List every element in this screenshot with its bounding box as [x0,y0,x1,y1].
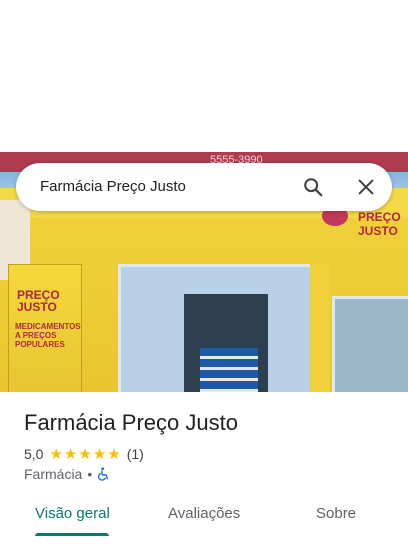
search-bar[interactable]: Farmácia Preço Justo [16,163,392,211]
photo-right-window [332,296,408,392]
place-category: Farmácia [24,466,83,482]
right-sign-brand: PREÇO JUSTO [358,210,401,238]
left-sign-subtext: MEDICAMENTOS A PREÇOS POPULARES [15,322,81,349]
active-tab-indicator [35,533,109,536]
star-icon: ★ [78,445,92,463]
left-sign-brand: PREÇO JUSTO [17,288,60,314]
close-icon[interactable] [355,176,377,198]
category-row: Farmácia • [24,465,110,483]
star-icon: ★ [63,445,78,463]
photo-frame-post [310,264,330,392]
tab-about[interactable]: Sobre [316,505,356,522]
photo-shelf [200,348,258,392]
tab-overview[interactable]: Visão geral [35,505,110,522]
photo-left-sign: PREÇO JUSTO MEDICAMENTOS A PREÇOS POPULA… [8,264,82,392]
place-title: Farmácia Preço Justo [24,410,238,435]
star-icon: ★ [107,445,121,463]
tab-bar: Visão geral Avaliações Sobre [0,496,408,544]
review-count[interactable]: (1) [127,446,144,462]
wheelchair-icon [98,467,109,481]
star-icon: ★ [92,445,107,463]
search-input[interactable]: Farmácia Preço Justo [40,178,186,195]
rating-row[interactable]: 5,0 ★ ★ ★ ★ ★ (1) [24,445,144,463]
rating-value: 5,0 [24,446,44,462]
top-blank-area [0,0,408,152]
star-icon: ★ [49,445,63,463]
search-icon[interactable] [302,176,324,198]
rating-stars: ★ ★ ★ ★ ★ [49,447,120,462]
category-separator: • [87,466,93,482]
tab-reviews[interactable]: Avaliações [168,505,240,522]
